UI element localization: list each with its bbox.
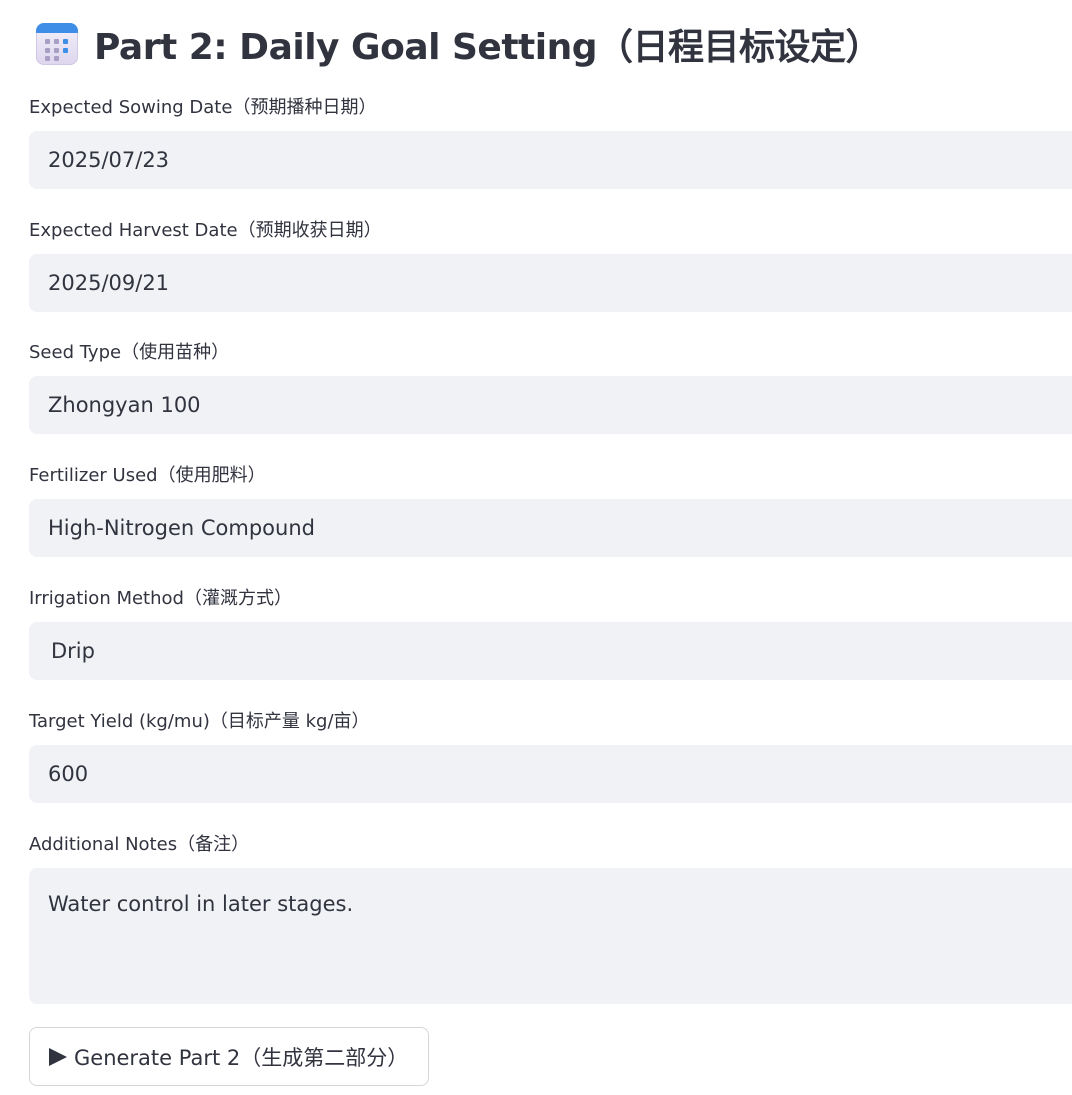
seed-type-label: Seed Type（使用苗种） [29,342,230,363]
target-yield-field: Target Yield (kg/mu)（目标产量 kg/亩） 600 [29,710,1072,803]
notes-textarea[interactable]: Water control in later stages. [29,868,1072,1004]
sowing-date-label: Expected Sowing Date（预期播种日期） [29,97,377,118]
generate-part-2-button[interactable]: Generate Part 2（生成第二部分） [29,1027,429,1086]
target-yield-input[interactable]: 600 [29,745,1072,803]
sowing-date-input[interactable]: 2025/07/23 [29,131,1072,189]
target-yield-label: Target Yield (kg/mu)（目标产量 kg/亩） [29,711,370,732]
irrigation-input[interactable]: Drip [29,622,1072,680]
page-title: Part 2: Daily Goal Setting（日程目标设定） [94,27,882,68]
sowing-date-field: Expected Sowing Date（预期播种日期） 2025/07/23 [29,96,1072,189]
seed-type-field: Seed Type（使用苗种） Zhongyan 100 [29,341,1072,434]
fertilizer-label: Fertilizer Used（使用肥料） [29,465,266,486]
calendar-icon [36,23,78,65]
harvest-date-input[interactable]: 2025/09/21 [29,254,1072,312]
harvest-date-field: Expected Harvest Date（预期收获日期） 2025/09/21 [29,219,1072,312]
seed-type-input[interactable]: Zhongyan 100 [29,376,1072,434]
irrigation-label: Irrigation Method（灌溉方式） [29,588,292,609]
notes-label: Additional Notes（备注） [29,834,250,855]
page: Part 2: Daily Goal Setting（日程目标设定） Expec… [0,0,1072,1095]
fertilizer-input[interactable]: High-Nitrogen Compound [29,499,1072,557]
play-icon [49,1047,67,1066]
fertilizer-field: Fertilizer Used（使用肥料） High-Nitrogen Comp… [29,464,1072,557]
page-header: Part 2: Daily Goal Setting（日程目标设定） [36,18,882,70]
generate-button-label: Generate Part 2（生成第二部分） [74,1045,409,1070]
irrigation-field: Irrigation Method（灌溉方式） Drip [29,587,1072,680]
notes-field: Additional Notes（备注） Water control in la… [29,833,1072,1004]
harvest-date-label: Expected Harvest Date（预期收获日期） [29,220,382,241]
